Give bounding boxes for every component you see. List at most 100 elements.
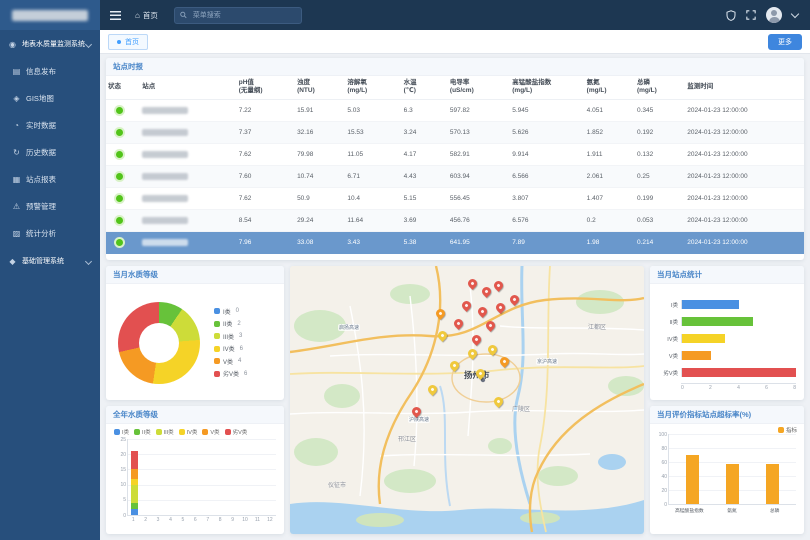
logo-blurred-text (12, 10, 88, 21)
sidebar-item-history-data[interactable]: ↻历史数据 (0, 139, 100, 166)
value-cell: 15.53 (345, 121, 401, 143)
bar-segment (131, 509, 138, 515)
stat-bar[interactable] (682, 368, 796, 377)
sidebar-menu: ▤信息发布◈GIS地图◔实时数据↻历史数据▦站点报表⚠预警管理▨统计分析 (0, 58, 100, 247)
legend-label: III类 (223, 332, 234, 341)
exceed-rate-bar-chart[interactable]: 020406080100 (668, 434, 796, 505)
tab-bar: 首页 更多 (100, 30, 810, 54)
legend-swatch (114, 429, 120, 435)
base-system-icon: ◆ (7, 257, 18, 266)
legend-swatch (156, 429, 162, 435)
value-cell: 7.37 (237, 121, 295, 143)
table-row[interactable]: 7.3732.1615.533.24570.135.6261.8520.1922… (106, 121, 804, 143)
month-slot (214, 439, 226, 515)
bar-column (713, 434, 753, 504)
table-row[interactable]: 7.6250.910.45.15556.453.8071.4070.199202… (106, 187, 804, 209)
status-cell (106, 187, 140, 209)
chevron-down-icon (85, 257, 92, 264)
chevron-down-icon[interactable] (791, 10, 799, 18)
sidebar-section-base-mgmt[interactable]: ◆ 基础管理系统 (0, 247, 100, 275)
avatar-head (771, 10, 777, 16)
column-header: 氨氮(mg/L) (585, 76, 635, 99)
shield-icon[interactable] (726, 10, 736, 21)
station-stats-bars: I类II类IV类V类劣V类 (650, 284, 804, 381)
legend-label: I类 (223, 307, 231, 316)
bar[interactable] (766, 464, 779, 504)
sidebar-item-label: 历史数据 (26, 147, 56, 158)
stat-bar-track (681, 317, 796, 326)
sidebar-section-surface-water[interactable]: ◉ 地表水质量监测系统 (0, 30, 100, 58)
sidebar-item-stats-analysis[interactable]: ▨统计分析 (0, 220, 100, 247)
stat-bar[interactable] (682, 351, 711, 360)
value-cell: 11.64 (345, 209, 401, 231)
table-row[interactable]: 7.6279.9811.054.17582.919.9141.9110.1322… (106, 143, 804, 165)
sidebar-item-gis-map[interactable]: ◈GIS地图 (0, 85, 100, 112)
search-input[interactable] (191, 11, 296, 20)
value-cell: 2.061 (585, 165, 635, 187)
value-cell: 10.4 (345, 187, 401, 209)
table-row[interactable]: 7.6010.746.714.43603.946.5662.0610.25202… (106, 165, 804, 187)
legend-value: 4 (238, 358, 241, 364)
map-panel[interactable]: 江都区广陵区邗江区仪征市沪陕高速京沪高速启扬高速 扬州市 (290, 266, 644, 534)
x-axis-tick: 1 (127, 516, 139, 523)
value-cell: 7.22 (237, 99, 295, 121)
column-unit: (mg/L) (637, 87, 683, 95)
sidebar-item-info-publish[interactable]: ▤信息发布 (0, 58, 100, 85)
stat-row: I类 (654, 296, 796, 313)
stat-row: 劣V类 (654, 364, 796, 381)
panel-title-text: 站点时报 (113, 61, 143, 72)
column-header: 浊度(NTU) (295, 76, 345, 99)
table-row[interactable]: 7.9633.083.435.38641.957.891.980.2142024… (106, 231, 804, 253)
breadcrumb[interactable]: ⌂ 首页 (135, 10, 158, 21)
stat-bar[interactable] (682, 317, 753, 326)
value-cell: 456.76 (448, 209, 510, 231)
stacked-bar[interactable] (131, 451, 138, 515)
table-row[interactable]: 7.2215.915.036.3597.825.9454.0510.345202… (106, 99, 804, 121)
menu-search-box[interactable] (174, 7, 302, 24)
avatar-body (769, 17, 780, 24)
stat-category-label: V类 (654, 352, 681, 360)
map-road-label: 京沪高速 (536, 358, 558, 365)
water-quality-donut-chart[interactable] (118, 302, 200, 384)
legend-label: V类 (210, 428, 219, 436)
y-axis-tick: 0 (114, 513, 126, 519)
sidebar-item-label: 实时数据 (26, 120, 56, 131)
sidebar-item-station-report[interactable]: ▦站点报表 (0, 166, 100, 193)
year-stacked-bar-chart[interactable]: 0510152025 (127, 439, 276, 516)
fullscreen-icon[interactable] (746, 10, 756, 20)
year-quality-panel: 全年水质等级 I类II类III类IV类V类劣V类 0510152025 1234… (106, 406, 284, 534)
avatar[interactable] (766, 7, 782, 23)
value-cell: 1.407 (585, 187, 635, 209)
bar[interactable] (686, 455, 699, 504)
tab-home[interactable]: 首页 (108, 34, 148, 50)
exceed-legend: 指标 (778, 426, 797, 434)
column-unit: (无量纲) (239, 87, 293, 95)
hamburger-menu-icon[interactable] (110, 11, 121, 20)
sidebar-item-realtime-data[interactable]: ◔实时数据 (0, 112, 100, 139)
x-axis-tick: 9 (226, 516, 238, 523)
sidebar-item-warning-mgmt[interactable]: ⚠预警管理 (0, 193, 100, 220)
donut-legend: I类0II类2III类3IV类6V类4劣V类6 (214, 307, 247, 379)
legend-value: 3 (239, 333, 242, 339)
legend-label: V类 (223, 357, 233, 366)
legend-label: III类 (164, 428, 174, 436)
bar[interactable] (726, 464, 739, 504)
legend-label: II类 (142, 428, 151, 436)
stat-bar[interactable] (682, 334, 725, 343)
stat-bar[interactable] (682, 300, 739, 309)
month-slot (227, 439, 239, 515)
value-cell: 50.9 (295, 187, 345, 209)
legend-label: 劣V类 (233, 428, 248, 436)
stat-category-label: I类 (654, 301, 681, 309)
station-cell (140, 121, 237, 143)
legend-swatch (778, 427, 784, 433)
month-quality-panel: 当月水质等级 I类0II类2III类3IV类6V类4劣V类6 (106, 266, 284, 400)
more-button[interactable]: 更多 (768, 34, 802, 50)
table-row[interactable]: 8.5429.2411.643.69456.766.5760.20.053202… (106, 209, 804, 231)
stat-category-label: IV类 (654, 335, 681, 343)
status-cell (106, 99, 140, 121)
year-chart-body: I类II类III类IV类V类劣V类 0510152025 12345678910… (106, 424, 284, 523)
legend-swatch (202, 429, 208, 435)
stat-bar-track (681, 351, 796, 360)
stat-row: V类 (654, 347, 796, 364)
